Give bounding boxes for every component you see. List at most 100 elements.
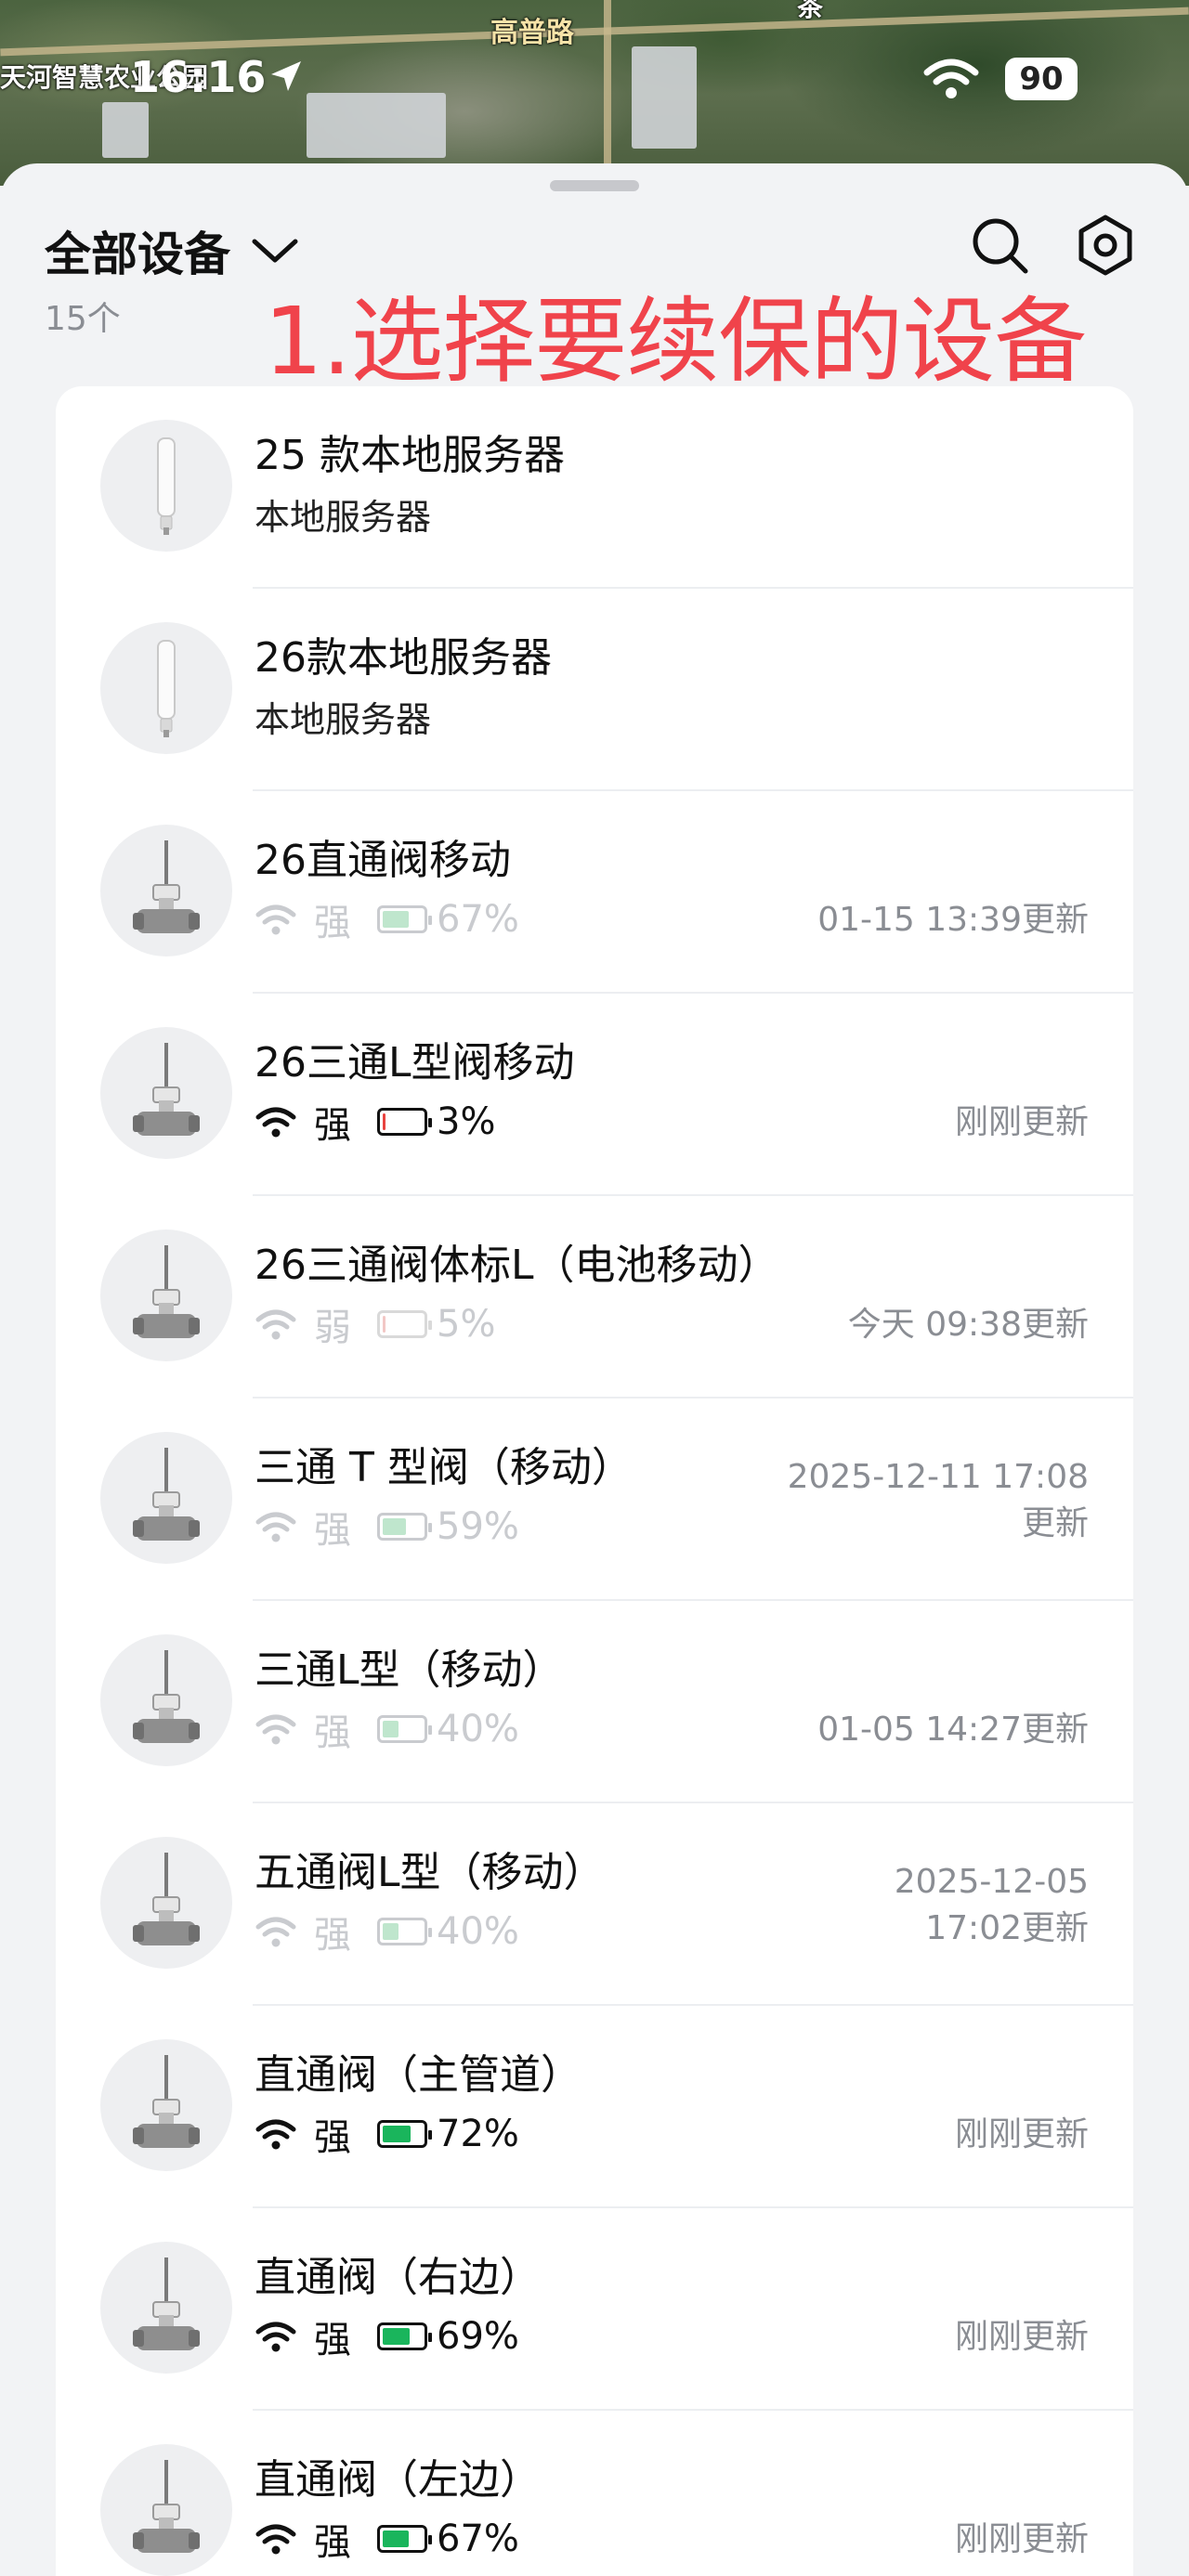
signal-strength-label: 强 [314,902,351,944]
device-name: 25 款本地服务器 [255,432,565,479]
battery-percent: 67% [437,2517,519,2560]
last-updated: 01-15 13:39更新 [817,901,1089,939]
battery-percent: 40% [437,1708,519,1750]
battery-percent: 59% [437,1505,519,1548]
device-row[interactable]: 26直通阀移动 强 67% 01-15 13:39更新 [56,791,1133,994]
battery-percent: 40% [437,1910,519,1953]
battery-fill [383,2126,411,2142]
battery-icon [377,905,432,933]
antenna-server-icon [157,640,176,737]
last-updated: 刚刚更新 [954,1103,1089,1141]
valve-icon [133,1853,200,1945]
battery-fill [383,1316,385,1333]
wifi-signal-icon [255,2119,296,2150]
battery-percent: 67% [437,898,519,941]
battery-fill [383,2530,409,2547]
last-updated: 今天 09:38更新 [847,1306,1089,1344]
valve-icon [133,2257,200,2350]
battery-icon [377,2525,432,2553]
signal-strength-label: 强 [314,2116,351,2159]
signal-strength-label: 强 [314,1509,351,1552]
location-arrow-icon [271,61,301,91]
device-list: 25 款本地服务器 本地服务器 26款本地服务器 本地服务器 26直通阀移动 强… [56,386,1133,2576]
signal-strength-label: 强 [314,2521,351,2564]
annotation-text: 1.选择要续保的设备 [264,287,1087,396]
valve-icon [133,1448,200,1541]
map-road-label: 高普路 [490,17,574,49]
signal-strength-label: 强 [314,1711,351,1754]
device-status: 强 69% [255,2312,519,2361]
last-updated: 刚刚更新 [954,2318,1089,2356]
device-avatar [100,1432,232,1564]
header-title: 全部设备 [45,228,230,281]
device-status: 强 67% [255,895,519,944]
device-name: 26三通L型阀移动 [255,1039,575,1086]
device-status: 强 67% [255,2515,519,2564]
device-name: 26直通阀移动 [255,837,511,884]
signal-strength-label: 强 [314,1104,351,1147]
device-count: 15个 [45,300,121,338]
device-status: 强 59% [255,1503,519,1552]
device-filter-dropdown[interactable]: 全部设备 [45,217,299,284]
battery-icon [377,1715,432,1743]
device-row[interactable]: 直通阀（右边） 强 69% 刚刚更新 [56,2208,1133,2411]
device-row[interactable]: 26三通阀体标L（电池移动） 弱 5% 今天 09:38更新 [56,1196,1133,1399]
device-row[interactable]: 26款本地服务器 本地服务器 [56,589,1133,791]
device-avatar [100,1027,232,1159]
map-road [604,0,611,186]
wifi-signal-icon [255,2524,296,2555]
device-sheet: 全部设备 15个 1.选择要续保的设备 25 款本地服务器 本地服务器 26款本… [0,163,1189,2576]
wifi-signal-icon [255,904,296,935]
device-avatar [100,2444,232,2576]
device-row[interactable]: 26三通L型阀移动 强 3% 刚刚更新 [56,994,1133,1196]
map-road [0,7,1189,57]
device-avatar [100,622,232,754]
device-status: 强 3% [255,1098,496,1147]
map-building [102,102,149,158]
last-updated: 2025-12-05 17:02更新 [895,1859,1089,1952]
device-avatar [100,1837,232,1969]
wifi-signal-icon [255,1309,296,1340]
device-row[interactable]: 直通阀（主管道） 强 72% 刚刚更新 [56,2006,1133,2208]
device-status: 强 40% [255,1705,519,1754]
wifi-signal-icon [255,1107,296,1138]
wifi-signal-icon [255,1917,296,1947]
valve-icon [133,1043,200,1136]
battery-percent: 3% [437,1100,496,1143]
battery-status: 90 [1005,58,1078,100]
signal-strength-label: 强 [314,2319,351,2361]
chevron-down-icon [252,239,298,263]
device-status: 强 40% [255,1907,519,1957]
valve-icon [133,1245,200,1338]
device-row[interactable]: 三通L型（移动） 强 40% 01-05 14:27更新 [56,1601,1133,1803]
battery-fill [383,1721,399,1737]
map-building [632,46,697,149]
wifi-signal-icon [255,1512,296,1542]
device-row[interactable]: 三通 T 型阀（移动） 强 59% 2025-12-11 17:08 更新 [56,1399,1133,1601]
last-updated: 刚刚更新 [954,2115,1089,2153]
device-row[interactable]: 25 款本地服务器 本地服务器 [56,386,1133,589]
device-row[interactable]: 五通阀L型（移动） 强 40% 2025-12-05 17:02更新 [56,1803,1133,2006]
device-avatar [100,2039,232,2171]
device-name: 26款本地服务器 [255,634,552,682]
device-avatar [100,1634,232,1766]
signal-strength-label: 强 [314,1914,351,1957]
last-updated-line1: 2025-12-05 [894,1863,1089,1901]
device-status: 弱 5% [255,1300,496,1349]
last-updated-line2: 17:02更新 [925,1909,1089,1947]
wifi-status-icon [923,59,979,98]
device-avatar [100,825,232,956]
device-row[interactable]: 直通阀（左边） 强 67% 刚刚更新 [56,2411,1133,2576]
battery-icon [377,1513,432,1541]
last-updated: 01-05 14:27更新 [817,1711,1089,1749]
device-avatar [100,420,232,552]
device-name: 26三通阀体标L（电池移动） [255,1242,779,1289]
battery-fill [383,1518,406,1535]
battery-icon [377,2120,432,2148]
battery-percent: 5% [437,1303,496,1346]
device-avatar [100,1229,232,1361]
device-name: 三通L型（移动） [255,1646,564,1694]
wifi-signal-icon [255,1714,296,1745]
sheet-grabber[interactable] [550,180,639,191]
battery-fill [383,1923,399,1940]
